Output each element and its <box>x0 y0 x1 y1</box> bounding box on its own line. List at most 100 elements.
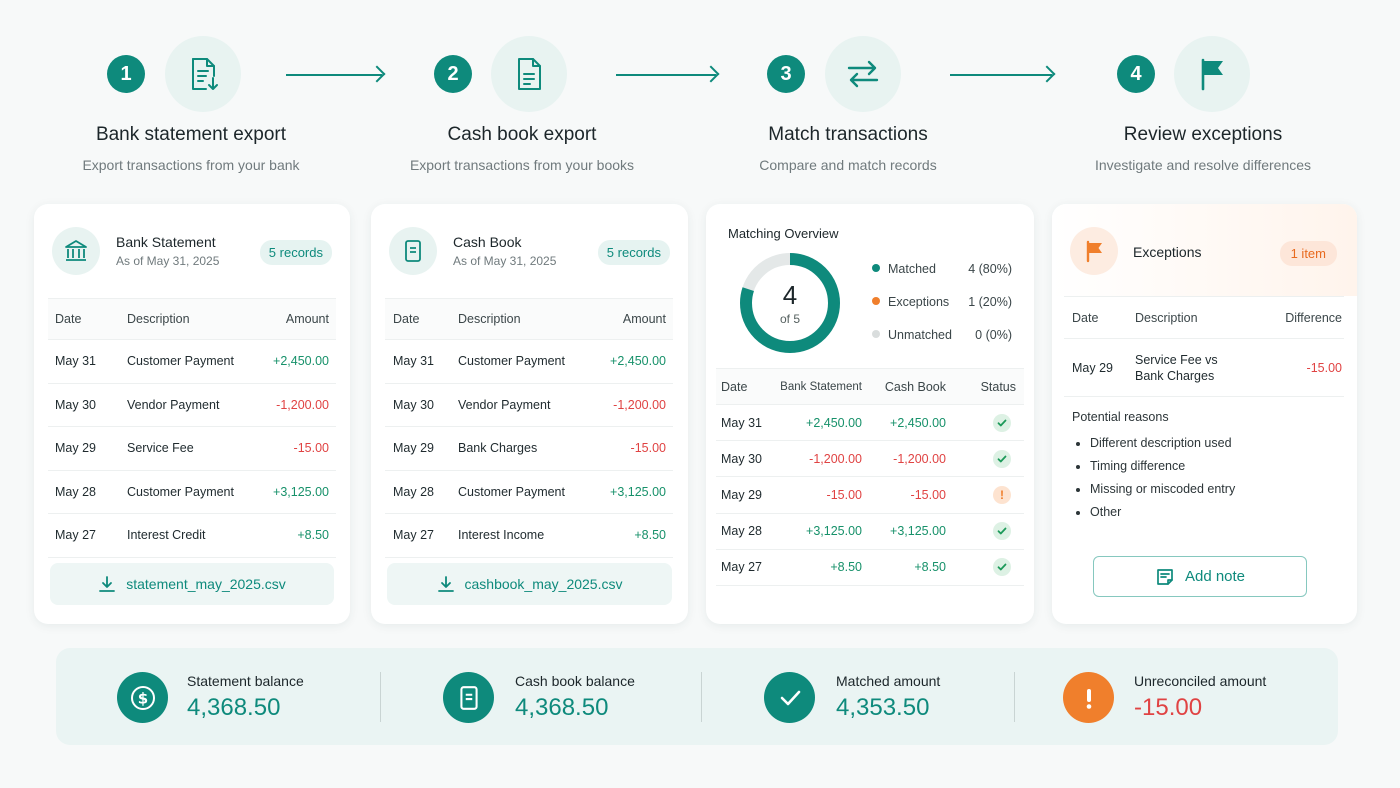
column-header-difference: Difference <box>1265 296 1344 339</box>
file-download-icon <box>165 36 241 112</box>
row-bank-amount: -1,200.00 <box>778 440 862 478</box>
bank-statement-card: Bank Statement As of May 31, 2025 5 reco… <box>34 204 350 624</box>
check-status-icon <box>993 449 1011 468</box>
row-amount: +2,450.00 <box>265 339 336 384</box>
row-amount: -15.00 <box>602 426 673 471</box>
download-file-button[interactable]: cashbook_may_2025.csv <box>387 563 672 605</box>
row-amount: -1,200.00 <box>265 383 336 427</box>
divider <box>380 672 381 722</box>
matching-overview-card: Matching Overview 4 of 5 Matched 4 (80%)… <box>706 204 1034 624</box>
step-title: Match transactions <box>768 124 928 145</box>
step-number: 1 <box>107 55 145 93</box>
row-date: May 27 <box>716 549 778 586</box>
exclamation-icon <box>1063 672 1114 723</box>
row-bank-amount: +8.50 <box>778 549 862 586</box>
row-status <box>946 549 1024 586</box>
step-1: 1 Bank statement export Export transacti… <box>41 36 341 186</box>
row-description: Vendor Payment <box>458 383 602 427</box>
table-row[interactable]: May 30 -1,200.00 -1,200.00 <box>716 440 1024 478</box>
summary-value: -15.00 <box>1134 694 1203 721</box>
note-icon <box>1157 568 1173 585</box>
swap-arrows-icon <box>825 36 901 112</box>
row-cash-amount: -15.00 <box>862 476 946 514</box>
column-header-cash-book: Cash Book <box>862 368 946 405</box>
row-bank-amount: +3,125.00 <box>778 513 862 550</box>
table-row[interactable]: May 27 Interest Income +8.50 <box>385 513 673 558</box>
column-header-status: Status <box>946 368 1024 405</box>
row-amount: -1,200.00 <box>602 383 673 427</box>
column-header-date: Date <box>1064 296 1135 339</box>
row-date: May 29 <box>716 476 778 514</box>
check-status-icon <box>993 522 1011 541</box>
row-amount: +8.50 <box>265 513 336 558</box>
table-row[interactable]: May 30 Vendor Payment -1,200.00 <box>48 383 336 427</box>
row-date: May 31 <box>716 404 778 442</box>
step-subtitle: Export transactions from your bank <box>82 157 300 173</box>
step-title: Bank statement export <box>95 124 287 145</box>
divider <box>701 672 702 722</box>
row-amount: +2,450.00 <box>602 339 673 384</box>
table-row[interactable]: May 29 Service Fee vs Bank Charges -15.0… <box>1064 338 1344 397</box>
table-row[interactable]: May 28 Customer Payment +3,125.00 <box>48 470 336 514</box>
row-date: May 31 <box>48 339 127 384</box>
warning-status-icon: ! <box>993 485 1011 504</box>
flag-icon <box>1174 36 1250 112</box>
table-row[interactable]: May 31 +2,450.00 +2,450.00 <box>716 404 1024 442</box>
download-icon <box>437 576 454 592</box>
step-number: 4 <box>1117 55 1155 93</box>
donut-subtitle: of 5 <box>779 312 800 326</box>
table-row[interactable]: May 30 Vendor Payment -1,200.00 <box>385 383 673 427</box>
summary-label: Unreconciled amount <box>1134 673 1267 689</box>
table-row[interactable]: May 31 Customer Payment +2,450.00 <box>385 339 673 384</box>
row-amount: -15.00 <box>265 426 336 471</box>
table-row[interactable]: May 29 Service Fee -15.00 <box>48 426 336 471</box>
table-row[interactable]: May 27 Interest Credit +8.50 <box>48 513 336 558</box>
step-3: 3 Match transactions Compare and match r… <box>698 36 998 186</box>
table-row[interactable]: May 28 Customer Payment +3,125.00 <box>385 470 673 514</box>
flag-icon <box>1070 227 1118 275</box>
bank-icon <box>52 227 100 275</box>
reasons-list: Different description used Timing differe… <box>1072 436 1235 528</box>
ledger-icon <box>443 672 494 723</box>
card-title: Cash Book <box>453 234 522 250</box>
row-bank-amount: -15.00 <box>778 476 862 514</box>
legend-value: 1 (20%) <box>968 295 1012 309</box>
legend-label: Matched <box>888 262 936 276</box>
donut-value: 4 <box>782 280 798 310</box>
step-title: Cash book export <box>447 124 597 145</box>
svg-text:$: $ <box>137 689 147 707</box>
table-row[interactable]: May 28 +3,125.00 +3,125.00 <box>716 513 1024 550</box>
reason-item: Missing or miscoded entry <box>1090 482 1235 496</box>
exceptions-card: Exceptions 1 item Date Description Diffe… <box>1052 204 1357 624</box>
table-row[interactable]: May 31 Customer Payment +2,450.00 <box>48 339 336 384</box>
row-date: May 31 <box>385 339 458 384</box>
document-icon <box>491 36 567 112</box>
row-date: May 28 <box>48 470 127 514</box>
row-date: May 29 <box>385 426 458 471</box>
legend-unmatched: Unmatched 0 (0%) <box>872 328 1012 342</box>
bank-statement-table: Date Description Amount May 31 Customer P… <box>48 298 336 558</box>
card-date: As of May 31, 2025 <box>116 254 220 268</box>
row-cash-amount: +3,125.00 <box>862 513 946 550</box>
download-file-button[interactable]: statement_may_2025.csv <box>50 563 334 605</box>
row-difference: -15.00 <box>1265 338 1344 397</box>
table-row[interactable]: May 27 +8.50 +8.50 <box>716 549 1024 586</box>
matching-table: Date Bank Statement Cash Book Status May… <box>716 368 1024 586</box>
row-description: Customer Payment <box>127 470 265 514</box>
check-status-icon <box>993 413 1011 432</box>
add-note-button[interactable]: Add note <box>1093 556 1307 597</box>
file-name: statement_may_2025.csv <box>126 576 286 592</box>
row-date: May 27 <box>48 513 127 558</box>
check-status-icon <box>993 558 1011 577</box>
table-row[interactable]: May 29 -15.00 -15.00! <box>716 476 1024 514</box>
step-4: 4 Review exceptions Investigate and reso… <box>1053 36 1353 186</box>
column-header-date: Date <box>385 298 458 340</box>
table-row[interactable]: May 29 Bank Charges -15.00 <box>385 426 673 471</box>
add-note-label: Add note <box>1184 568 1246 585</box>
row-description: Service Fee vs Bank Charges <box>1135 338 1265 397</box>
column-header-description: Description <box>1135 296 1265 339</box>
records-badge: 5 records <box>597 240 670 265</box>
description-line: Bank Charges <box>1135 368 1215 383</box>
step-number: 2 <box>434 55 472 93</box>
card-title: Bank Statement <box>116 234 216 250</box>
